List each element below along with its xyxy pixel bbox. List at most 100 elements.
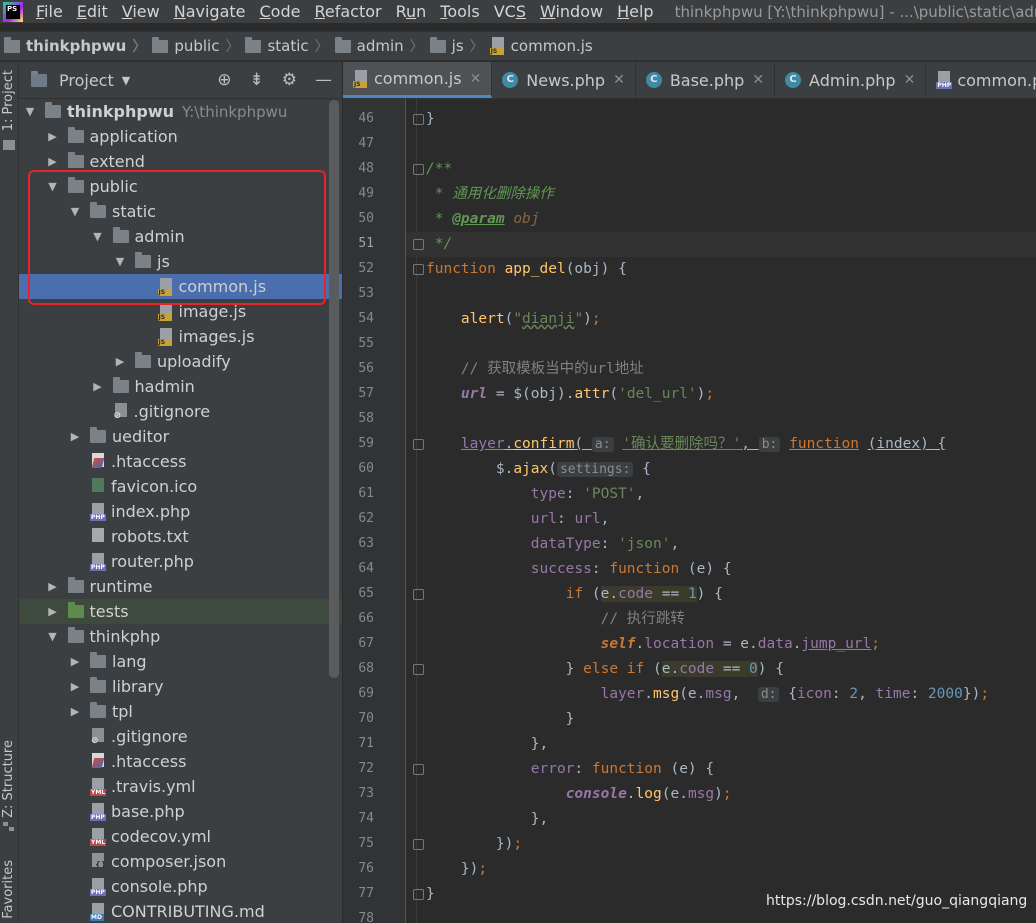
code-line[interactable]: layer.confirm( a: '确认要删除吗？', b: function…	[406, 432, 1036, 457]
menu-help[interactable]: Help	[610, 2, 660, 21]
collapse-right-icon[interactable]: ▶	[46, 580, 60, 593]
code-line[interactable]: success: function (e) {	[406, 557, 1036, 582]
breadcrumb-item[interactable]: public 〉	[152, 36, 239, 56]
code-line[interactable]: * 通用化删除操作	[406, 182, 1036, 207]
tree-row-ueditor[interactable]: ▶ ueditor	[19, 424, 342, 449]
tree-row-runtime[interactable]: ▶ runtime	[19, 574, 342, 599]
expand-down-icon[interactable]: ▼	[91, 230, 105, 243]
collapse-right-icon[interactable]: ▶	[68, 655, 82, 668]
code-line[interactable]	[406, 907, 1036, 923]
tree-row-library[interactable]: ▶ library	[19, 674, 342, 699]
tab-base-php[interactable]: C Base.php ✕	[636, 62, 776, 98]
expand-down-icon[interactable]: ▼	[46, 180, 60, 193]
code-line[interactable]: dataType: 'json',	[406, 532, 1036, 557]
tree-row-robots-txt[interactable]: robots.txt	[19, 524, 342, 549]
code-line[interactable]: url: url,	[406, 507, 1036, 532]
tree-row--htaccess[interactable]: .htaccess	[19, 449, 342, 474]
code-line[interactable]: },	[406, 807, 1036, 832]
tree-row-tpl[interactable]: ▶ tpl	[19, 699, 342, 724]
collapse-right-icon[interactable]: ▶	[46, 155, 60, 168]
menu-window[interactable]: Window	[533, 2, 610, 21]
code-line[interactable]: }	[406, 707, 1036, 732]
expand-down-icon[interactable]: ▼	[23, 105, 37, 118]
code-line[interactable]: */	[406, 232, 1036, 257]
menu-view[interactable]: View	[115, 2, 167, 21]
tree-row-static[interactable]: ▼ static	[19, 199, 342, 224]
tree-row-admin[interactable]: ▼ admin	[19, 224, 342, 249]
expand-down-icon[interactable]: ▼	[46, 630, 60, 643]
locate-target-icon[interactable]: ⊕	[217, 70, 231, 90]
code-line[interactable]: alert("dianji");	[406, 307, 1036, 332]
tree-row-lang[interactable]: ▶ lang	[19, 649, 342, 674]
tree-row-console-php[interactable]: PHP console.php	[19, 874, 342, 899]
code-editor[interactable]: } /** * 通用化删除操作 * @param obj */function a…	[406, 99, 1036, 923]
breadcrumb-item[interactable]: static 〉	[245, 36, 329, 56]
tree-row--travis-yml[interactable]: YML .travis.yml	[19, 774, 342, 799]
collapse-right-icon[interactable]: ▶	[113, 355, 127, 368]
fold-marker-icon[interactable]	[413, 764, 424, 775]
fold-marker-icon[interactable]	[413, 264, 424, 275]
code-line[interactable]	[406, 407, 1036, 432]
expand-down-icon[interactable]: ▼	[113, 255, 127, 268]
code-line[interactable]: /**	[406, 157, 1036, 182]
favorites-tool-button[interactable]: 2: Favorites	[1, 860, 16, 923]
menu-code[interactable]: Code	[253, 2, 308, 21]
tree-row--gitignore[interactable]: ⊘ .gitignore	[19, 724, 342, 749]
tree-row-js[interactable]: ▼ js	[19, 249, 342, 274]
close-icon[interactable]: ✕	[904, 72, 916, 88]
close-icon[interactable]: ✕	[470, 71, 482, 87]
collapse-all-icon[interactable]: ⇟	[250, 70, 264, 90]
fold-marker-icon[interactable]	[413, 664, 424, 675]
menu-vcs[interactable]: VCS	[487, 2, 533, 21]
menu-tools[interactable]: Tools	[433, 2, 486, 21]
hide-panel-icon[interactable]: —	[315, 70, 332, 90]
tree-row-images-js[interactable]: JS images.js	[19, 324, 342, 349]
fold-marker-icon[interactable]	[413, 164, 424, 175]
tree-row-tests[interactable]: ▶ tests	[19, 599, 342, 624]
code-line[interactable]: * @param obj	[406, 207, 1036, 232]
tree-row-index-php[interactable]: PHP index.php	[19, 499, 342, 524]
tree-row-thinkphp[interactable]: ▼ thinkphp	[19, 624, 342, 649]
breadcrumb-item[interactable]: admin 〉	[334, 36, 424, 56]
gear-icon[interactable]: ⚙	[282, 70, 297, 90]
tree-row-extend[interactable]: ▶ extend	[19, 149, 342, 174]
project-tool-button[interactable]: 1: Project	[1, 70, 16, 131]
project-view-selector[interactable]: Project	[59, 71, 114, 90]
code-line[interactable]: function app_del(obj) {	[406, 257, 1036, 282]
tree-row-thinkphpwu[interactable]: ▼ thinkphpwu Y:\thinkphpwu	[19, 99, 342, 124]
code-line[interactable]: self.location = e.data.jump_url;	[406, 632, 1036, 657]
code-line[interactable]: // 获取模板当中的url地址	[406, 357, 1036, 382]
tree-row--htaccess[interactable]: .htaccess	[19, 749, 342, 774]
breadcrumb-item[interactable]: JS common.js	[489, 37, 593, 55]
menu-edit[interactable]: Edit	[70, 2, 115, 21]
fold-marker-icon[interactable]	[413, 439, 424, 450]
tree-row-favicon-ico[interactable]: favicon.ico	[19, 474, 342, 499]
code-line[interactable]: console.log(e.msg);	[406, 782, 1036, 807]
code-line[interactable]	[406, 332, 1036, 357]
code-line[interactable]: } else if (e.code == 0) {	[406, 657, 1036, 682]
code-line[interactable]: // 执行跳转	[406, 607, 1036, 632]
tree-row-composer-json[interactable]: {} composer.json	[19, 849, 342, 874]
chevron-down-icon[interactable]: ▼	[122, 74, 130, 87]
tree-row-hadmin[interactable]: ▶ hadmin	[19, 374, 342, 399]
close-icon[interactable]: ✕	[613, 72, 625, 88]
fold-marker-icon[interactable]	[413, 589, 424, 600]
fold-marker-icon[interactable]	[413, 114, 424, 125]
fold-marker-icon[interactable]	[413, 239, 424, 250]
expand-down-icon[interactable]: ▼	[68, 205, 82, 218]
code-line[interactable]: error: function (e) {	[406, 757, 1036, 782]
tree-row-contributing-md[interactable]: MD CONTRIBUTING.md	[19, 899, 342, 923]
code-line[interactable]	[406, 132, 1036, 157]
code-line[interactable]: $.ajax(settings: {	[406, 457, 1036, 482]
menu-file[interactable]: File	[29, 2, 70, 21]
menu-run[interactable]: Run	[389, 2, 434, 21]
code-line[interactable]: type: 'POST',	[406, 482, 1036, 507]
close-icon[interactable]: ✕	[752, 72, 764, 88]
collapse-right-icon[interactable]: ▶	[68, 705, 82, 718]
tree-row-uploadify[interactable]: ▶ uploadify	[19, 349, 342, 374]
collapse-right-icon[interactable]: ▶	[91, 380, 105, 393]
collapse-right-icon[interactable]: ▶	[68, 430, 82, 443]
tree-row-image-js[interactable]: JS image.js	[19, 299, 342, 324]
tree-row-router-php[interactable]: PHP router.php	[19, 549, 342, 574]
tab-news-php[interactable]: C News.php ✕	[492, 62, 636, 98]
